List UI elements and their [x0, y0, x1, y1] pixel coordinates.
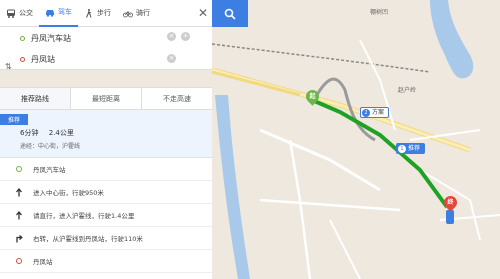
add-waypoint-icon[interactable]: + [181, 32, 190, 41]
start-ring-icon [15, 165, 23, 173]
mode-drive[interactable]: 驾车 [39, 0, 78, 27]
route-badge-number: 2 [362, 108, 370, 117]
end-ring-icon [15, 257, 23, 265]
route-result-panel: 推荐路线 最短距离 不走高速 推荐 6分钟 2.4公里 途经：中心街，沪霍线 丹… [0, 87, 212, 279]
start-row [20, 28, 190, 48]
swap-icon[interactable]: ⇅ [5, 62, 12, 71]
straight-arrow-icon [15, 210, 23, 219]
bike-icon [123, 10, 133, 17]
step-text: 右转，从沪霍线到丹凤站，行驶110米 [33, 235, 143, 243]
step-row[interactable]: 丹凤站 [0, 250, 212, 273]
route-badge-number: 1 [398, 144, 406, 153]
travel-mode-bar: 公交 驾车 步行 骑行 ✕ [0, 0, 212, 27]
clear-start-icon[interactable]: × [167, 32, 176, 41]
mode-label: 步行 [97, 9, 111, 17]
route-badge-label: 方案 [372, 109, 385, 116]
step-text: 丹凤站 [33, 258, 53, 266]
search-button[interactable] [212, 0, 248, 27]
start-input[interactable] [31, 33, 151, 43]
step-row[interactable]: 进入中心街，行驶950米 [0, 181, 212, 204]
map-label-place-1: 棚树凹 [370, 9, 389, 16]
mode-label: 骑行 [136, 9, 150, 17]
route-summary[interactable]: 推荐 6分钟 2.4公里 途经：中心街，沪霍线 [0, 110, 212, 158]
step-row[interactable]: 请直行，进入沪霍线，行驶1.4公里 [0, 204, 212, 227]
end-pin[interactable]: 终 [441, 193, 460, 212]
straight-arrow-icon [15, 187, 23, 196]
mode-bus[interactable]: 公交 [0, 0, 39, 27]
summary-distance: 2.4公里 [48, 129, 74, 137]
route-badge-label: 推荐 [408, 145, 421, 152]
step-row[interactable]: 右转，从沪霍线到丹凤站，行驶110米 [0, 227, 212, 250]
route-badge-alt[interactable]: 2 方案 [360, 107, 390, 118]
mode-label: 公交 [19, 9, 33, 17]
step-row[interactable]: 丹凤汽车站 [0, 158, 212, 181]
summary-time: 6分钟 [20, 129, 39, 137]
mode-label: 驾车 [58, 8, 72, 16]
step-text: 丹凤汽车站 [33, 166, 66, 174]
tab-shortest[interactable]: 最短距离 [71, 88, 142, 109]
summary-time-distance: 6分钟 2.4公里 [20, 128, 82, 138]
end-row [20, 49, 190, 69]
tab-recommended[interactable]: 推荐路线 [0, 88, 71, 109]
route-panel: 公交 驾车 步行 骑行 ✕ ⇅ × + × [0, 0, 248, 279]
route-tabs: 推荐路线 最短距离 不走高速 [0, 88, 212, 110]
bus-icon [7, 9, 15, 18]
tab-no-highway[interactable]: 不走高速 [142, 88, 212, 109]
mode-bike[interactable]: 骑行 [117, 0, 156, 27]
walk-icon [86, 8, 92, 18]
mode-walk[interactable]: 步行 [78, 0, 117, 27]
route-badge-recommended[interactable]: 1 推荐 [396, 143, 426, 154]
recommend-tag: 推荐 [0, 114, 29, 125]
right-turn-icon [15, 234, 23, 242]
step-text: 请直行，进入沪霍线，行驶1.4公里 [33, 212, 135, 220]
step-list: 丹凤汽车站 进入中心街，行驶950米 请直行，进入沪霍线，行驶1.4公里 右转，… [0, 158, 212, 273]
close-icon[interactable]: ✕ [194, 0, 212, 27]
step-text: 进入中心街，行驶950米 [33, 189, 104, 197]
clear-end-icon[interactable]: × [167, 54, 176, 63]
car-icon [46, 9, 54, 17]
start-dot-icon [20, 35, 25, 41]
map-label-place-2: 赵户岭 [398, 87, 417, 94]
end-dot-icon [20, 56, 25, 62]
end-input[interactable] [31, 54, 151, 64]
route-inputs: ⇅ × + × [0, 27, 212, 71]
search-icon [224, 8, 236, 20]
summary-via: 途经：中心街，沪霍线 [20, 143, 81, 150]
start-pin[interactable]: 起 [303, 87, 322, 106]
